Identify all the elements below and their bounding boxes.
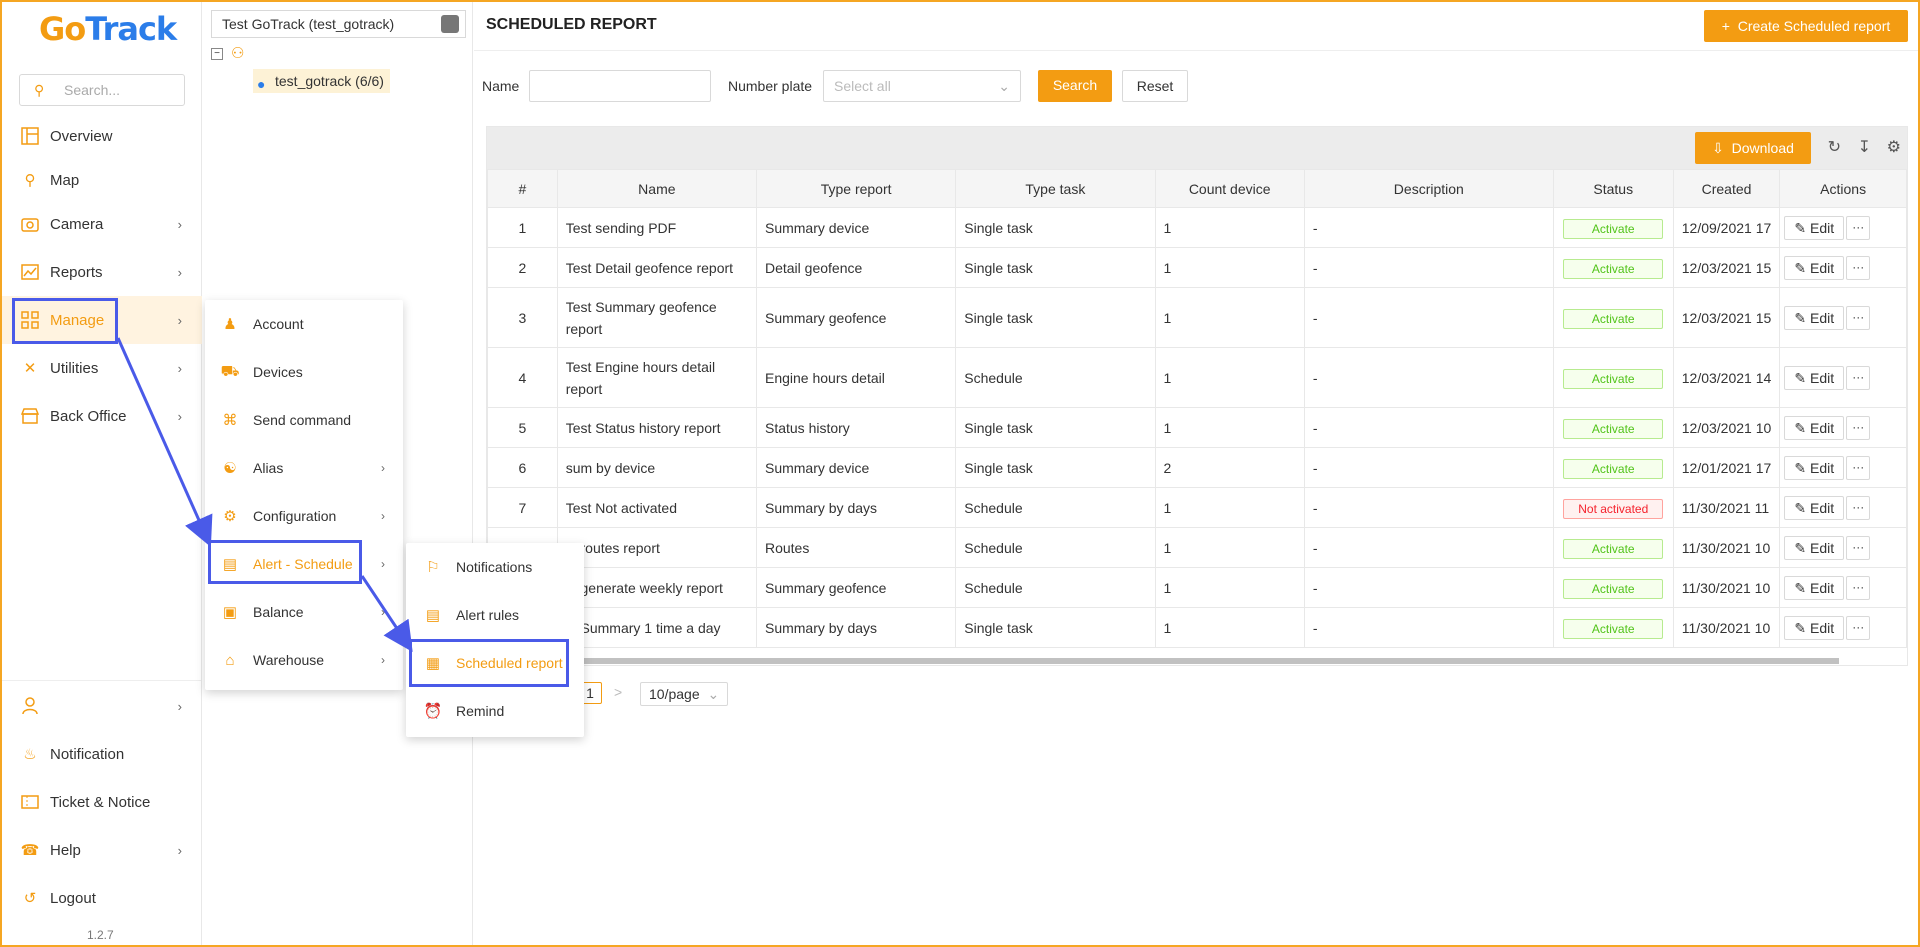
annotation-arrows <box>116 337 413 652</box>
app-frame: GoTrack ⚲ Search... Overview ⚲ Map Camer… <box>0 0 1920 947</box>
